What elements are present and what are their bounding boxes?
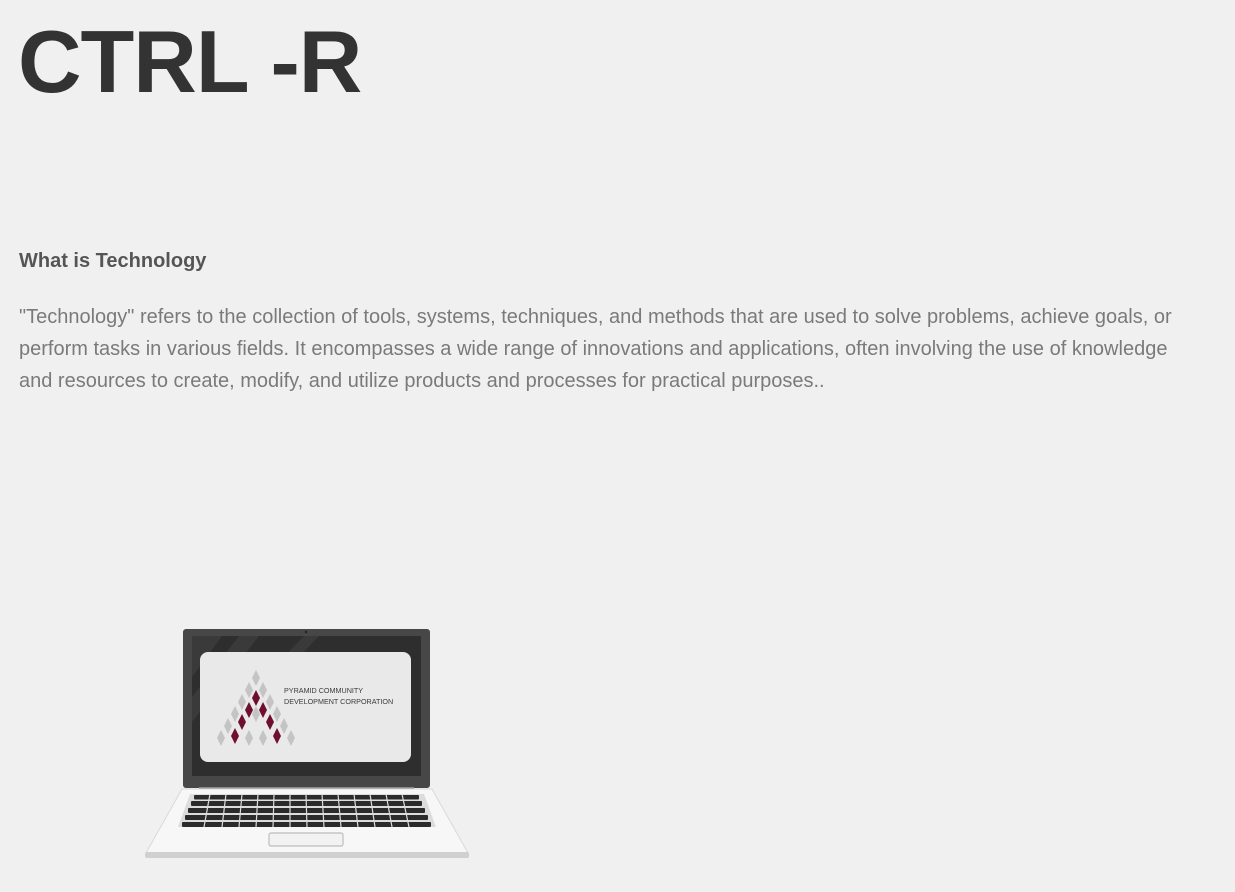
laptop-screen	[200, 652, 411, 762]
screen-logo-line-1: PYRAMID COMMUNITY	[284, 686, 363, 695]
site-logo-text: CTRL -R	[18, 12, 362, 111]
trackpad	[268, 832, 344, 847]
laptop-illustration: PYRAMID COMMUNITY DEVELOPMENT CORPORATIO…	[144, 627, 470, 860]
laptop-base-edge	[145, 852, 469, 858]
technology-section: What is Technology "Technology" refers t…	[19, 248, 1199, 397]
section-heading: What is Technology	[19, 250, 207, 272]
screen-logo-line-2: DEVELOPMENT CORPORATION	[284, 697, 393, 706]
section-body-text: "Technology" refers to the collection of…	[19, 306, 1172, 392]
laptop-image: PYRAMID COMMUNITY DEVELOPMENT CORPORATIO…	[145, 629, 469, 858]
webcam-icon	[304, 630, 308, 634]
